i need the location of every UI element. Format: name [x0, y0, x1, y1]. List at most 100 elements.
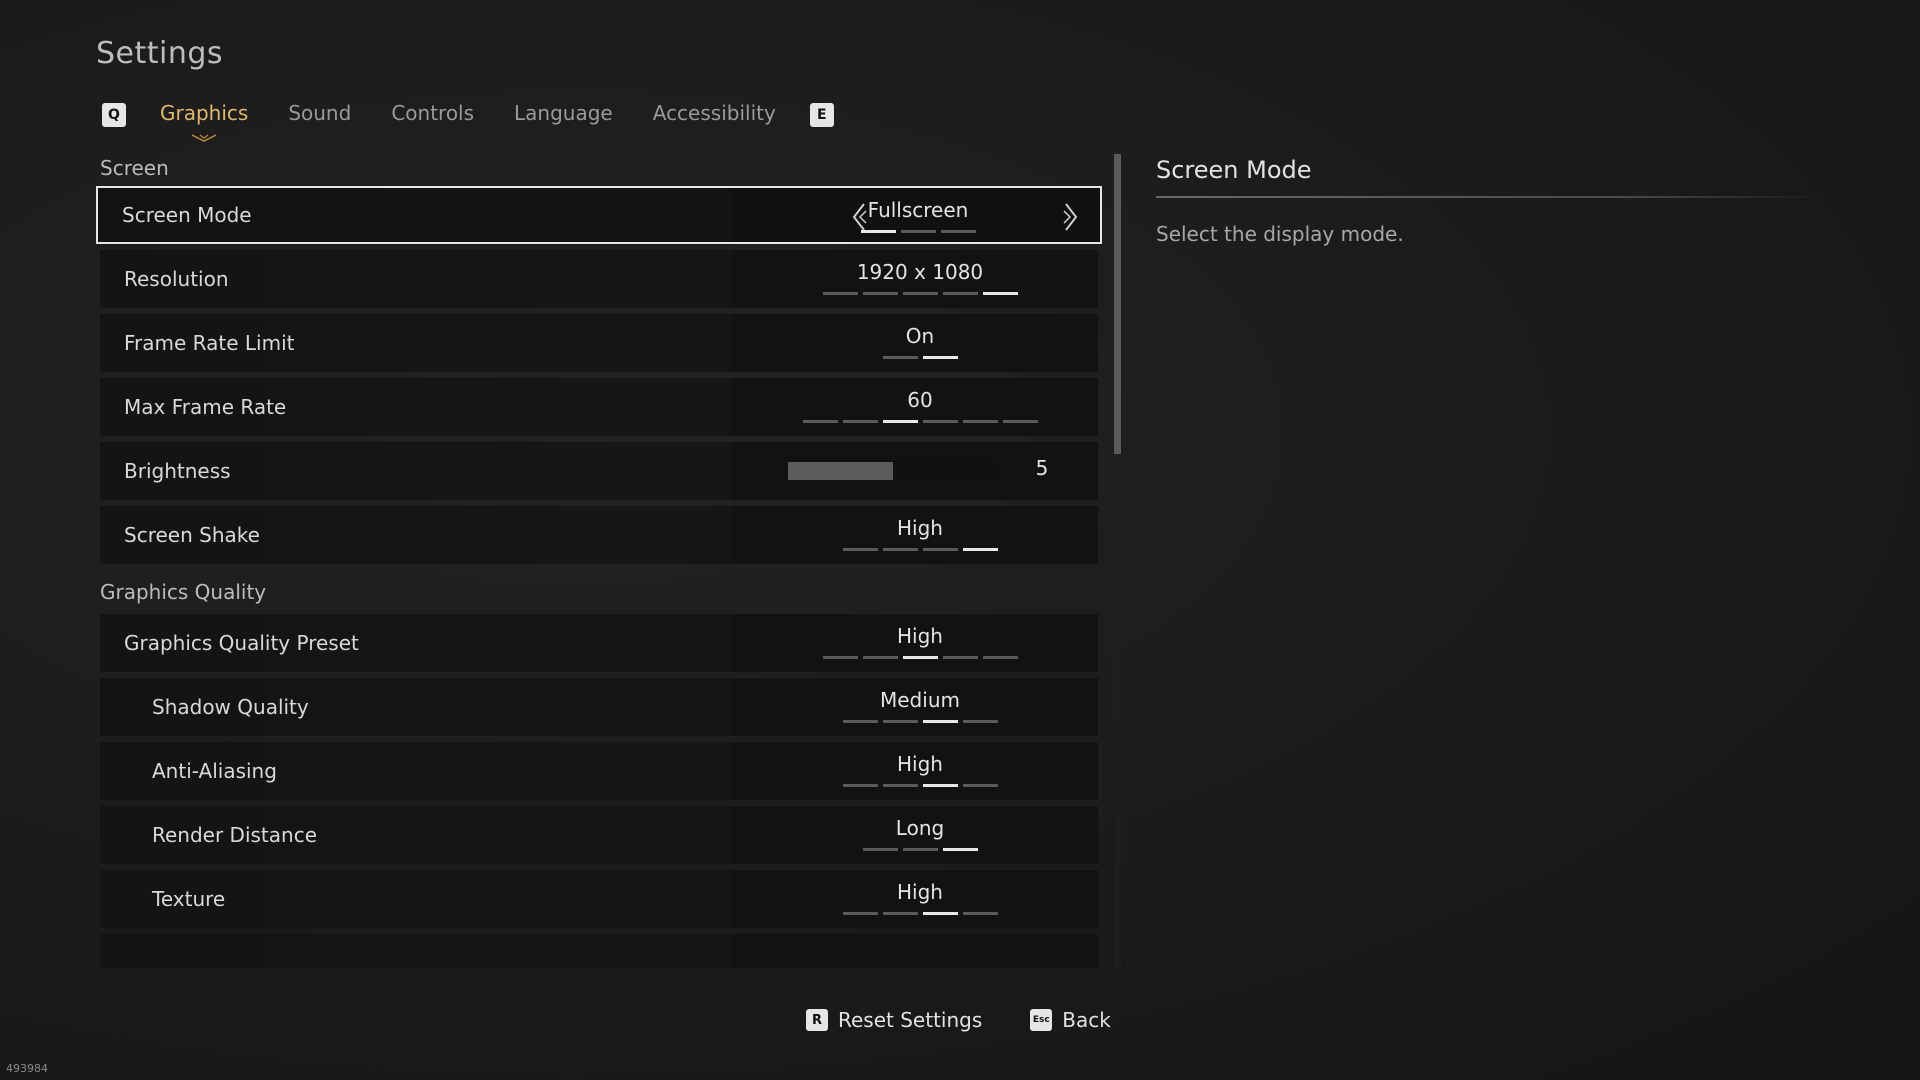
slider-track[interactable]: [788, 462, 998, 480]
esc-key-hint: Esc: [1030, 1009, 1053, 1031]
option-selector[interactable]: 60: [740, 378, 1100, 436]
option-dash: [902, 656, 938, 659]
brightness-slider[interactable]: 5: [740, 442, 1100, 500]
scrollbar[interactable]: [1114, 154, 1121, 968]
next-tab-key-hint[interactable]: E: [809, 103, 834, 127]
setting-value: On: [905, 324, 935, 348]
detail-description: Select the display mode.: [1156, 222, 1404, 246]
option-selector[interactable]: High: [740, 742, 1100, 800]
option-dash: [882, 784, 918, 787]
option-selector[interactable]: High: [740, 870, 1100, 928]
option-dash: [822, 656, 858, 659]
setting-label: Frame Rate Limit: [124, 331, 295, 355]
option-dash: [922, 548, 958, 551]
setting-row-anti-aliasing[interactable]: Anti-Aliasing High: [100, 742, 1098, 800]
option-selector[interactable]: High: [740, 506, 1100, 564]
option-selector[interactable]: Medium: [740, 678, 1100, 736]
option-dash: [962, 912, 998, 915]
detail-title: Screen Mode: [1156, 156, 1312, 184]
active-tab-ornament-icon: [191, 134, 217, 142]
setting-value: High: [897, 624, 943, 648]
setting-row-frame-rate-limit[interactable]: Frame Rate Limit On: [100, 314, 1098, 372]
tab-accessibility[interactable]: Accessibility: [653, 101, 776, 129]
slider-fill: [788, 462, 893, 480]
setting-value: High: [897, 516, 943, 540]
option-indicator: [740, 912, 1100, 915]
setting-row-brightness[interactable]: Brightness 5: [100, 442, 1098, 500]
setting-label: Texture: [152, 887, 226, 911]
scrollbar-thumb[interactable]: [1114, 154, 1121, 454]
tab-label: Controls: [391, 101, 475, 125]
option-dash: [862, 656, 898, 659]
reset-settings-button[interactable]: R Reset Settings: [806, 1008, 982, 1032]
option-dash: [822, 292, 858, 295]
setting-row-screen-shake[interactable]: Screen Shake High: [100, 506, 1098, 564]
tab-graphics[interactable]: Graphics: [160, 101, 249, 142]
section-heading-screen: Screen: [100, 156, 169, 180]
option-dash: [962, 720, 998, 723]
tab-language[interactable]: Language: [514, 101, 613, 129]
option-indicator: [740, 848, 1100, 851]
option-dash: [922, 912, 958, 915]
option-selector[interactable]: Long: [740, 806, 1100, 864]
option-dash: [862, 848, 898, 851]
setting-row-texture[interactable]: Texture High: [100, 870, 1098, 928]
setting-value: Long: [895, 816, 945, 840]
option-indicator: [740, 420, 1100, 423]
setting-row-screen-mode[interactable]: Screen Mode Fullscreen: [96, 186, 1102, 244]
option-dash: [842, 548, 878, 551]
option-dash: [842, 912, 878, 915]
option-dash: [962, 548, 998, 551]
option-dash: [842, 420, 878, 423]
option-dash: [882, 420, 918, 423]
option-selector[interactable]: High: [740, 614, 1100, 672]
option-dash: [922, 356, 958, 359]
setting-value: 5: [1035, 456, 1049, 480]
option-dash: [922, 720, 958, 723]
option-dash: [882, 720, 918, 723]
tab-label: Language: [514, 101, 613, 125]
setting-row-max-frame-rate[interactable]: Max Frame Rate 60: [100, 378, 1098, 436]
option-dash: [962, 784, 998, 787]
option-dash: [860, 230, 896, 233]
option-dash: [942, 848, 978, 851]
option-selector[interactable]: Fullscreen: [738, 188, 1098, 246]
option-selector[interactable]: 1920 x 1080: [740, 250, 1100, 308]
setting-label: Brightness: [124, 459, 231, 483]
detail-divider: [1156, 196, 1824, 198]
option-indicator: [740, 784, 1100, 787]
setting-label: Resolution: [124, 267, 229, 291]
option-indicator: [740, 656, 1100, 659]
setting-label: Max Frame Rate: [124, 395, 287, 419]
tab-label: Accessibility: [652, 101, 776, 125]
setting-value: High: [897, 880, 943, 904]
arrow-right-icon[interactable]: [1060, 201, 1080, 233]
setting-row-shadow-quality[interactable]: Shadow Quality Medium: [100, 678, 1098, 736]
setting-value: Medium: [880, 688, 960, 712]
build-number: 493984: [6, 1062, 48, 1075]
setting-value: 60: [907, 388, 933, 412]
option-indicator: [740, 356, 1100, 359]
setting-row-partial[interactable]: [100, 934, 1098, 968]
option-dash: [802, 420, 838, 423]
back-label: Back: [1062, 1008, 1111, 1032]
option-dash: [942, 656, 978, 659]
back-button[interactable]: Esc Back: [1030, 1008, 1111, 1032]
option-dash: [842, 784, 878, 787]
setting-value: High: [897, 752, 943, 776]
option-dash: [842, 720, 878, 723]
prev-tab-key-hint[interactable]: Q: [102, 103, 126, 127]
tab-label: Graphics: [160, 101, 249, 125]
setting-label: Screen Shake: [124, 523, 260, 547]
setting-row-resolution[interactable]: Resolution 1920 x 1080: [100, 250, 1098, 308]
option-dash: [982, 292, 1018, 295]
option-dash: [962, 420, 998, 423]
tab-sound[interactable]: Sound: [288, 101, 351, 129]
option-selector[interactable]: On: [740, 314, 1100, 372]
option-dash: [882, 548, 918, 551]
section-heading-graphics-quality: Graphics Quality: [100, 580, 267, 604]
tab-controls[interactable]: Controls: [391, 101, 474, 129]
setting-row-graphics-quality-preset[interactable]: Graphics Quality Preset High: [100, 614, 1098, 672]
setting-row-render-distance[interactable]: Render Distance Long: [100, 806, 1098, 864]
setting-label: Render Distance: [152, 823, 318, 847]
